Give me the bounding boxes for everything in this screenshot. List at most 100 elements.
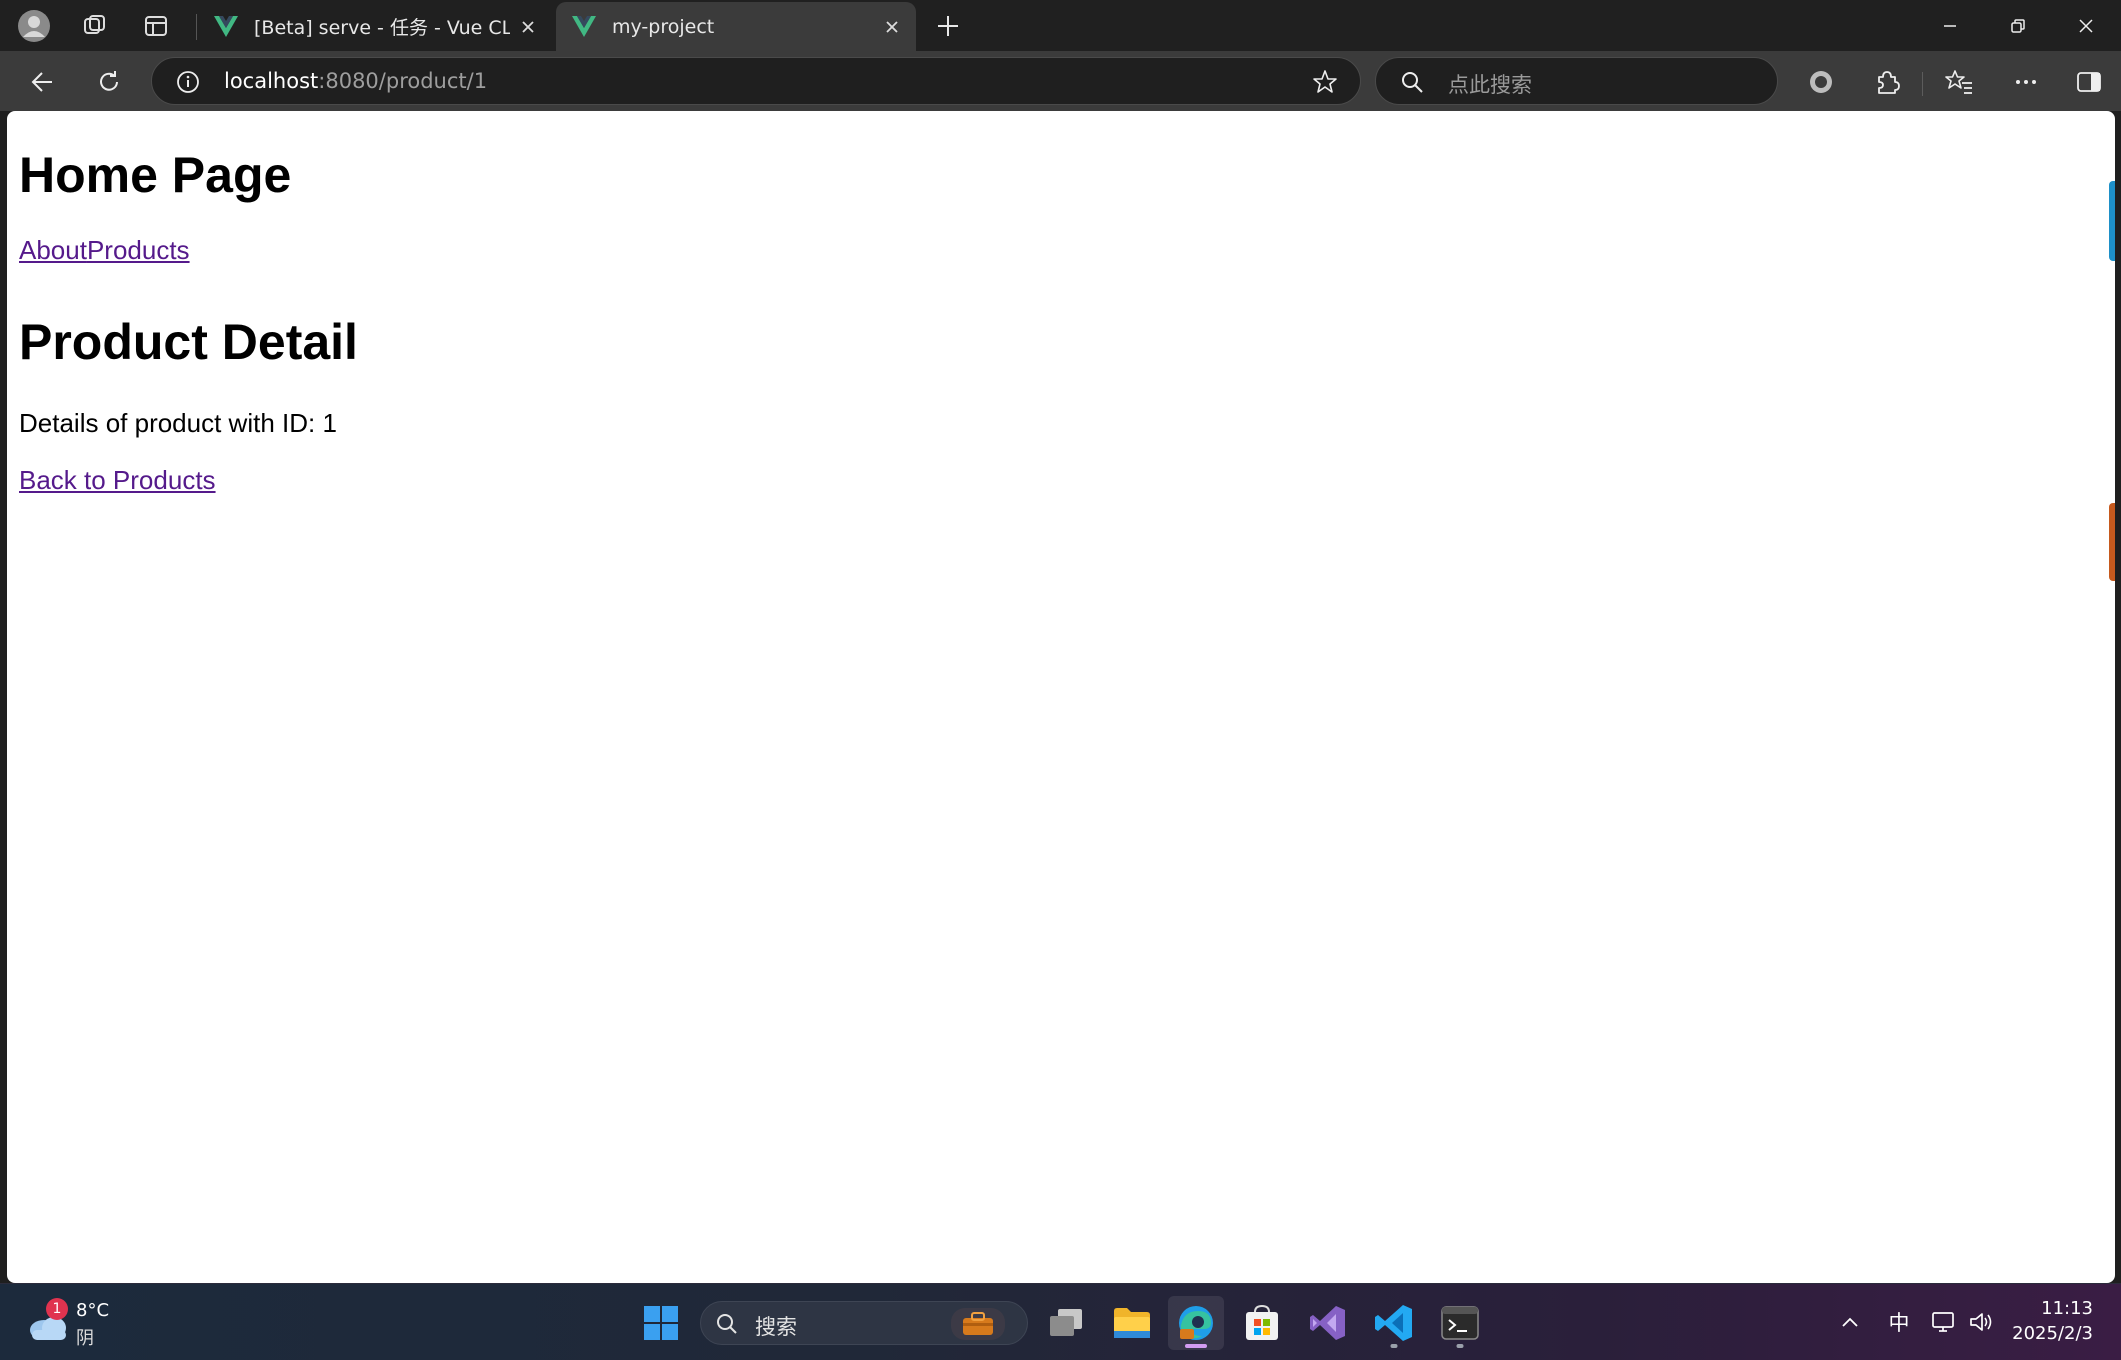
tab-title: my-project [612, 15, 715, 38]
new-tab-button[interactable] [926, 6, 970, 46]
weather-widget[interactable]: 1 8°C 阴 [26, 1298, 136, 1349]
taskbar-app-task-view[interactable] [1038, 1296, 1094, 1350]
tab-close-button[interactable] [510, 9, 546, 45]
browser-toolbar: localhost:8080/product/1 点此搜索 [0, 51, 2121, 111]
address-bar[interactable]: localhost:8080/product/1 [151, 57, 1361, 105]
product-description: Details of product with ID: 1 [19, 408, 337, 438]
arrow-left-icon [31, 72, 52, 92]
tab-my-project[interactable]: my-project [556, 2, 916, 51]
windows-taskbar: 1 8°C 阴 搜索 中 11:13 2025/2/3 [0, 1283, 2121, 1360]
taskbar-search-label: 搜索 [755, 1315, 797, 1339]
search-highlight[interactable] [951, 1308, 1005, 1340]
taskbar-app-vscode[interactable] [1366, 1296, 1422, 1350]
product-detail-heading: Product Detail [19, 314, 358, 370]
puzzle-icon [1878, 71, 1900, 94]
start-button[interactable] [633, 1296, 689, 1350]
weather-temperature: 8°C [76, 1300, 110, 1321]
taskbar-app-terminal[interactable] [1432, 1296, 1488, 1350]
visual-studio-icon [1310, 1306, 1345, 1340]
nav-link-about[interactable]: About [19, 235, 87, 265]
favorites-button[interactable] [1936, 59, 1982, 105]
ime-indicator[interactable]: 中 [1882, 1304, 1916, 1340]
running-indicator [1390, 1344, 1398, 1348]
settings-more-button[interactable] [2003, 59, 2049, 105]
terminal-icon [1441, 1306, 1479, 1340]
search-placeholder: 点此搜索 [1448, 73, 1532, 97]
refresh-icon [100, 71, 118, 91]
close-window-button[interactable] [2053, 0, 2119, 51]
notification-badge: 1 [46, 1298, 68, 1320]
essentials-icon [1810, 71, 1832, 93]
sidebar-toggle-button[interactable] [2066, 59, 2112, 105]
weather-condition: 阴 [76, 1328, 94, 1349]
sidebar-pin-blue[interactable] [2109, 181, 2115, 261]
volume-control[interactable] [1966, 1304, 1996, 1340]
minimize-icon [1944, 24, 1956, 27]
workspaces-button[interactable] [72, 6, 116, 46]
vscode-icon [1375, 1305, 1412, 1341]
profile-button[interactable] [12, 6, 56, 46]
close-icon [522, 20, 534, 33]
speaker-icon [1970, 1313, 1992, 1331]
page-viewport: Home Page AboutProducts Product Detail D… [7, 111, 2115, 1283]
nav-link-products[interactable]: Products [87, 235, 190, 265]
router-nav: AboutProducts [19, 235, 2103, 266]
vue-logo-icon [572, 15, 596, 37]
browser-tab-bar: [Beta] serve - 任务 - Vue CLI my-project [0, 0, 2121, 51]
restore-icon [2011, 18, 2025, 33]
running-indicator [1456, 1344, 1464, 1348]
edge-icon [1179, 1306, 1213, 1340]
extensions-button[interactable] [1864, 59, 1910, 105]
site-info-icon[interactable] [176, 70, 200, 94]
taskbar-app-visual-studio[interactable] [1300, 1296, 1356, 1350]
toolbar-divider [1922, 72, 1923, 96]
vertical-tabs-button[interactable] [134, 6, 178, 46]
clock-date: 2025/2/3 [2012, 1323, 2093, 1344]
active-indicator [1185, 1344, 1207, 1348]
tab-vue-cli[interactable]: [Beta] serve - 任务 - Vue CLI [198, 2, 552, 51]
store-icon [1246, 1304, 1278, 1340]
sidebar-icon [2077, 72, 2101, 92]
taskbar-app-store[interactable] [1234, 1296, 1290, 1350]
workspaces-icon [84, 15, 105, 34]
search-icon [717, 1314, 737, 1334]
windows-logo-icon [644, 1306, 678, 1340]
url-path: :8080/product/1 [318, 69, 488, 93]
taskbar-search[interactable]: 搜索 [700, 1301, 1028, 1345]
url-host: localhost [224, 69, 319, 93]
taskbar-app-edge[interactable] [1168, 1296, 1224, 1350]
more-horizontal-icon [2016, 80, 2036, 84]
tab-separator [196, 14, 197, 40]
url-text[interactable]: localhost:8080/product/1 [224, 69, 487, 93]
restore-button[interactable] [1985, 0, 2051, 51]
close-icon [886, 20, 898, 33]
favorites-icon [1945, 70, 1972, 94]
briefcase-icon [963, 1312, 993, 1335]
taskbar-app-file-explorer[interactable] [1104, 1296, 1160, 1350]
network-status[interactable] [1928, 1304, 1958, 1340]
tab-title: [Beta] serve - 任务 - Vue CLI [254, 17, 510, 39]
vue-logo-icon [214, 15, 238, 37]
show-hidden-icons-button[interactable] [1836, 1304, 1864, 1340]
profile-avatar-icon [18, 10, 50, 42]
refresh-button[interactable] [86, 59, 132, 105]
system-clock[interactable]: 11:13 2025/2/3 [2012, 1296, 2093, 1346]
back-button[interactable] [20, 59, 66, 105]
browser-essentials-button[interactable] [1798, 59, 1844, 105]
tab-actions-icon [145, 16, 167, 36]
sidebar-pin-orange[interactable] [2109, 503, 2115, 581]
search-icon [1402, 72, 1423, 93]
close-icon [2079, 18, 2093, 33]
toolbar-search-box[interactable]: 点此搜索 [1375, 57, 1778, 105]
task-view-icon [1050, 1309, 1082, 1336]
plus-icon [938, 16, 958, 36]
file-explorer-icon [1114, 1308, 1150, 1338]
page-content: Home Page AboutProducts Product Detail D… [7, 111, 2115, 520]
back-to-products-link[interactable]: Back to Products [19, 465, 2103, 496]
clock-time: 11:13 [2041, 1298, 2093, 1319]
tab-close-button[interactable] [874, 9, 910, 45]
page-title: Home Page [19, 147, 292, 203]
network-icon [1932, 1312, 1954, 1332]
favorite-star-icon[interactable] [1312, 69, 1338, 95]
minimize-button[interactable] [1917, 0, 1983, 51]
